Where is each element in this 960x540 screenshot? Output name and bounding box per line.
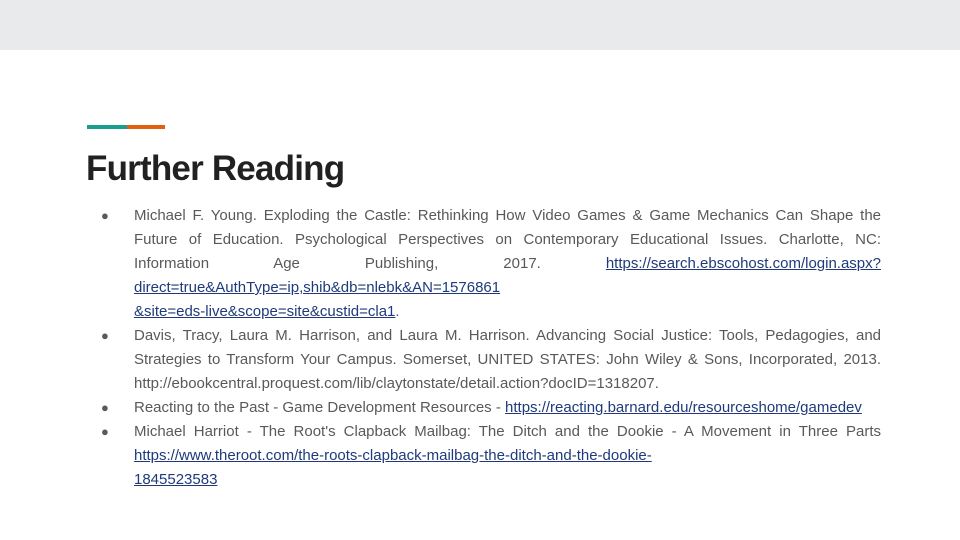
reference-item: ● Michael Harriot - The Root's Clapback … (101, 420, 881, 492)
reference-link-continued[interactable]: &site=eds-live&scope=site&custid=cla1 (134, 303, 395, 320)
title-accent-bar (87, 125, 165, 129)
reference-text: Michael Harriot - The Root's Clapback Ma… (134, 423, 881, 440)
bullet-icon: ● (101, 424, 109, 439)
accent-orange-segment (127, 125, 165, 129)
top-band (0, 0, 960, 50)
reference-trailing: . (395, 303, 400, 320)
reference-link[interactable]: https://reacting.barnard.edu/resourcesho… (505, 399, 862, 416)
reference-item: ● Michael F. Young. Exploding the Castle… (101, 204, 881, 324)
reference-item: ● Davis, Tracy, Laura M. Harrison, and L… (101, 324, 881, 396)
reference-item: ● Reacting to the Past - Game Developmen… (101, 396, 881, 420)
reference-text: Davis, Tracy, Laura M. Harrison, and Lau… (134, 327, 881, 392)
accent-teal-segment (87, 125, 127, 129)
reference-link-continued[interactable]: 1845523583 (134, 471, 217, 488)
reference-list: ● Michael F. Young. Exploding the Castle… (101, 204, 881, 492)
bullet-icon: ● (101, 400, 109, 415)
slide-title: Further Reading (86, 149, 345, 188)
reference-text: Reacting to the Past - Game Development … (134, 399, 506, 416)
bullet-icon: ● (101, 328, 109, 343)
reference-link[interactable]: https://www.theroot.com/the-roots-clapba… (134, 447, 652, 464)
bullet-icon: ● (101, 208, 109, 223)
